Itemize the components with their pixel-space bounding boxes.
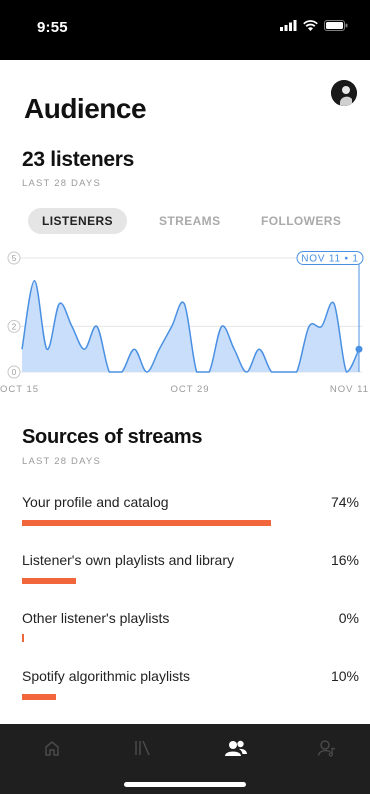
x-tick-label: NOV 11	[330, 384, 369, 395]
source-bar	[22, 694, 56, 700]
avatar-image	[331, 80, 357, 106]
battery-icon	[324, 20, 348, 31]
period-label: LAST 28 DAYS	[22, 178, 101, 189]
metric-tabs: LISTENERS STREAMS FOLLOWERS	[28, 208, 358, 234]
source-row: Spotify algorithmic playlists 10%	[22, 668, 359, 704]
library-icon	[135, 740, 150, 756]
status-icons	[280, 20, 348, 31]
audience-icon	[225, 740, 247, 756]
source-row: Other listener's playlists 0%	[22, 610, 359, 646]
source-label: Your profile and catalog	[22, 494, 169, 510]
x-tick-label: OCT 29	[170, 384, 209, 395]
listener-count: 23 listeners	[22, 148, 134, 171]
y-tick-label: 0	[12, 368, 17, 377]
y-tick-label: 5	[12, 254, 17, 263]
tab-listeners[interactable]: LISTENERS	[28, 208, 127, 234]
sources-period: LAST 28 DAYS	[22, 456, 101, 467]
source-label: Other listener's playlists	[22, 610, 170, 626]
tab-followers[interactable]: FOLLOWERS	[261, 208, 341, 234]
y-tick-label: 2	[12, 322, 17, 331]
profile-icon	[317, 740, 336, 757]
nav-audience[interactable]	[222, 736, 250, 760]
source-bar	[22, 520, 272, 526]
source-percent: 10%	[330, 668, 359, 684]
source-row: Listener's own playlists and library 16%	[22, 552, 359, 588]
source-percent: 74%	[330, 494, 359, 510]
source-percent: 16%	[330, 552, 359, 568]
source-row: Your profile and catalog 74%	[22, 494, 359, 530]
data-point[interactable]	[355, 345, 363, 353]
home-indicator	[124, 782, 246, 787]
x-tick-label: OCT 15	[0, 384, 39, 395]
page-title: Audience	[24, 93, 147, 124]
source-percent: 0%	[338, 610, 359, 626]
nav-home[interactable]	[38, 736, 66, 760]
source-label: Spotify algorithmic playlists	[22, 668, 191, 684]
home-icon	[45, 741, 59, 756]
nav-profile[interactable]	[313, 736, 341, 760]
listeners-chart: NOV 11 • 1 0 2 5 OCT 15 OCT 29 NOV 11	[0, 251, 369, 395]
status-time: 9:55	[37, 19, 68, 36]
avatar[interactable]	[331, 80, 357, 106]
source-bar	[22, 578, 76, 584]
tooltip-label: NOV 11 • 1	[301, 254, 358, 265]
source-bar	[22, 634, 24, 642]
wifi-icon	[303, 20, 318, 31]
sources-title: Sources of streams	[22, 426, 203, 448]
status-bar: 9:55	[0, 0, 370, 60]
nav-library[interactable]	[128, 736, 156, 760]
source-label: Listener's own playlists and library	[22, 552, 234, 568]
tab-streams[interactable]: STREAMS	[159, 208, 220, 234]
signal-icon	[280, 20, 297, 31]
audience-screen: Audience 23 listeners LAST 28 DAYS LISTE…	[0, 60, 370, 724]
